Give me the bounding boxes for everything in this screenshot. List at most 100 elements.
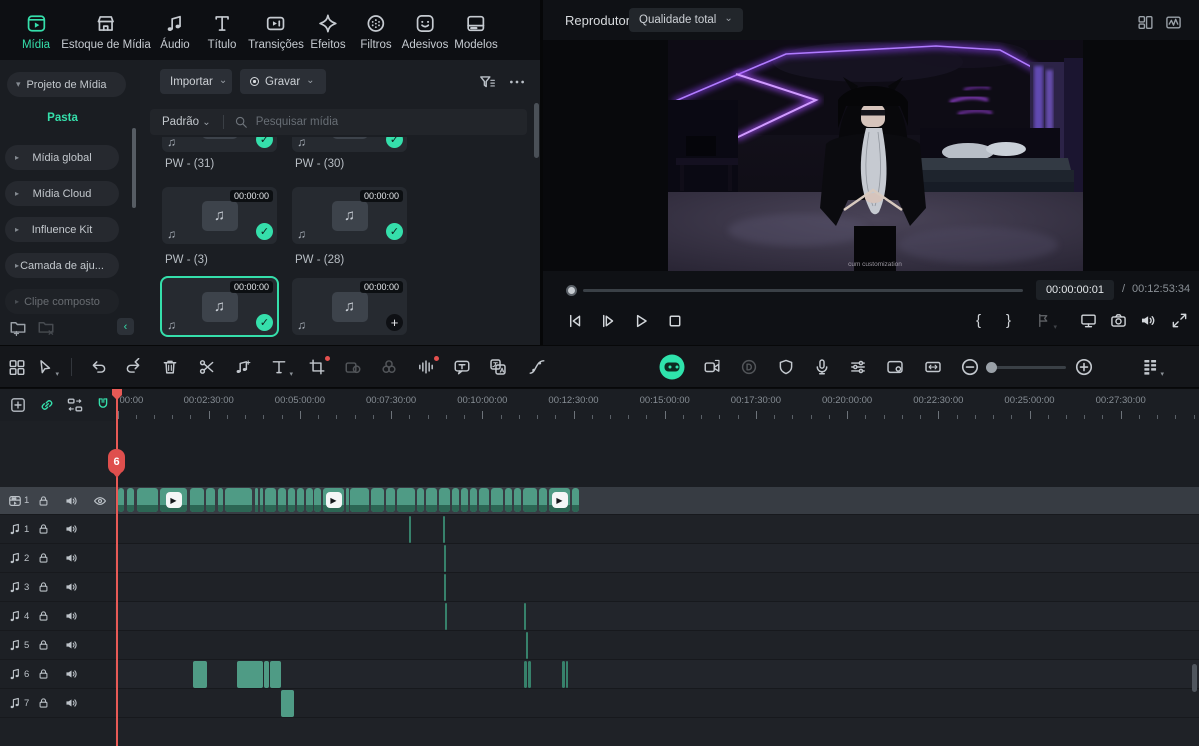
zoom-in-icon[interactable] [1074, 357, 1094, 377]
collapse-sidebar-button[interactable]: ‹ [117, 318, 134, 335]
layout-grid-icon[interactable] [1137, 14, 1154, 31]
check-icon[interactable]: ✓ [256, 314, 273, 331]
keyframe-icon[interactable] [528, 358, 546, 376]
tab-estoque-de-mídia[interactable]: Estoque de Mídia [61, 12, 151, 51]
video-clip[interactable] [470, 488, 477, 512]
link-clips-icon[interactable] [39, 397, 56, 414]
lock-icon[interactable] [37, 697, 50, 710]
volume-icon[interactable] [64, 494, 78, 508]
text-tool-icon[interactable]: ▾ [270, 358, 293, 378]
check-icon[interactable]: ✓ [256, 223, 273, 240]
audio-clip[interactable] [237, 661, 263, 688]
media-item[interactable]: ♫00:00:00♫✓ [162, 187, 277, 244]
audio-clip[interactable] [443, 516, 445, 543]
media-item[interactable]: ♫00:00:00♫✓ [292, 187, 407, 244]
sort-dropdown[interactable]: Padrão ⌄ [162, 116, 211, 128]
video-clip[interactable] [439, 488, 450, 512]
speech-to-text-icon[interactable] [453, 358, 471, 376]
tab-filtros[interactable]: Filtros [360, 12, 392, 51]
volume-icon[interactable] [64, 667, 78, 681]
search-bar[interactable]: Padrão ⌄ Pesquisar mídia [150, 109, 527, 135]
volume-icon[interactable] [1139, 312, 1156, 329]
crop-icon[interactable] [308, 355, 330, 376]
search-input[interactable]: Pesquisar mídia [256, 116, 338, 128]
video-clip[interactable] [314, 488, 321, 512]
add-icon[interactable]: + [386, 314, 403, 331]
delete-icon[interactable] [161, 358, 179, 376]
folder-section-label[interactable]: Pasta [0, 112, 125, 124]
audio-clip[interactable] [270, 661, 281, 688]
shield-icon[interactable] [777, 358, 795, 376]
audio-clip[interactable] [566, 661, 568, 688]
video-clip[interactable] [514, 488, 521, 512]
magnet-snap-icon[interactable] [95, 397, 112, 414]
audio-clip[interactable] [444, 545, 446, 572]
volume-icon[interactable] [64, 696, 78, 710]
sidebar-item-camada-de-aju-[interactable]: ▸ Camada de aju... [5, 253, 119, 278]
video-clip[interactable] [255, 488, 258, 512]
audio-clip[interactable] [264, 661, 269, 688]
sidebar-scrollbar[interactable] [132, 128, 136, 208]
timeline-scrollbar[interactable] [1192, 664, 1197, 692]
sidebar-item-m-dia-global[interactable]: ▸ Mídia global [5, 145, 119, 170]
video-clip[interactable] [386, 488, 395, 512]
audio-clip[interactable] [562, 661, 565, 688]
video-clip[interactable] [306, 488, 313, 512]
volume-icon[interactable] [64, 551, 78, 565]
video-clip[interactable] [371, 488, 384, 512]
ripple-edit-icon[interactable] [67, 397, 84, 414]
video-clip[interactable] [461, 488, 468, 512]
tab-mídia[interactable]: Mídia [22, 12, 50, 51]
export-clip-icon[interactable] [703, 358, 721, 376]
video-scope-icon[interactable] [1165, 14, 1182, 31]
color-match-icon[interactable] [380, 358, 398, 376]
video-clip[interactable] [260, 488, 263, 512]
current-timecode[interactable]: 00:00:00:01 [1036, 280, 1114, 300]
check-icon[interactable]: ✓ [256, 137, 273, 148]
video-clip[interactable]: ▶ [323, 488, 344, 512]
stop-icon[interactable] [666, 312, 684, 330]
timeline-zoom-slider[interactable] [986, 362, 1066, 373]
new-folder-icon[interactable] [9, 318, 27, 336]
redo-icon[interactable] [124, 357, 142, 376]
media-item[interactable]: ♫00:00:00♫✓ [292, 137, 407, 152]
translate-icon[interactable] [489, 358, 507, 376]
ai-copilot-icon[interactable] [659, 354, 685, 379]
video-clip[interactable] [505, 488, 512, 512]
video-clip[interactable] [417, 488, 424, 512]
tab-efeitos[interactable]: Efeitos [310, 12, 346, 51]
video-clip[interactable] [350, 488, 369, 512]
audio-clip[interactable] [444, 574, 446, 601]
select-tool-icon[interactable]: ▾ [36, 358, 59, 378]
mark-in-icon[interactable]: { [976, 312, 981, 329]
video-clip[interactable] [206, 488, 215, 512]
volume-icon[interactable] [64, 580, 78, 594]
fit-timeline-icon[interactable] [924, 358, 942, 376]
lock-icon[interactable] [37, 639, 50, 652]
audio-clip[interactable] [409, 516, 411, 543]
audio-mixer-icon[interactable] [849, 358, 867, 376]
quality-dropdown[interactable]: Qualidade total ⌄ [629, 8, 743, 32]
check-icon[interactable]: ✓ [386, 137, 403, 148]
media-scrollbar[interactable] [534, 103, 539, 158]
play-icon[interactable] [632, 312, 650, 330]
mark-out-icon[interactable]: } [1006, 312, 1011, 329]
video-clip[interactable] [190, 488, 204, 512]
seek-bar[interactable] [583, 289, 1023, 292]
tab-áudio[interactable]: Áudio [160, 12, 190, 51]
snapshot-icon[interactable] [1110, 312, 1127, 329]
more-options-icon[interactable] [508, 73, 526, 91]
marker-flag-icon[interactable]: ▾ [1035, 312, 1057, 331]
video-clip[interactable] [452, 488, 459, 512]
video-clip[interactable] [491, 488, 503, 512]
ai-audio-icon[interactable] [417, 355, 439, 376]
check-icon[interactable]: ✓ [386, 223, 403, 240]
record-button[interactable]: Gravar ⌄ [240, 69, 326, 94]
seek-handle[interactable] [566, 285, 577, 296]
tab-modelos[interactable]: Modelos [454, 12, 498, 51]
timeline-ruler[interactable]: 00:00 00:02:30:00 00:05:00:00 00:07:30:00 00… [115, 389, 1199, 421]
lock-icon[interactable] [37, 610, 50, 623]
volume-icon[interactable] [64, 609, 78, 623]
lock-icon[interactable] [37, 494, 50, 507]
audio-clip[interactable] [193, 661, 207, 688]
